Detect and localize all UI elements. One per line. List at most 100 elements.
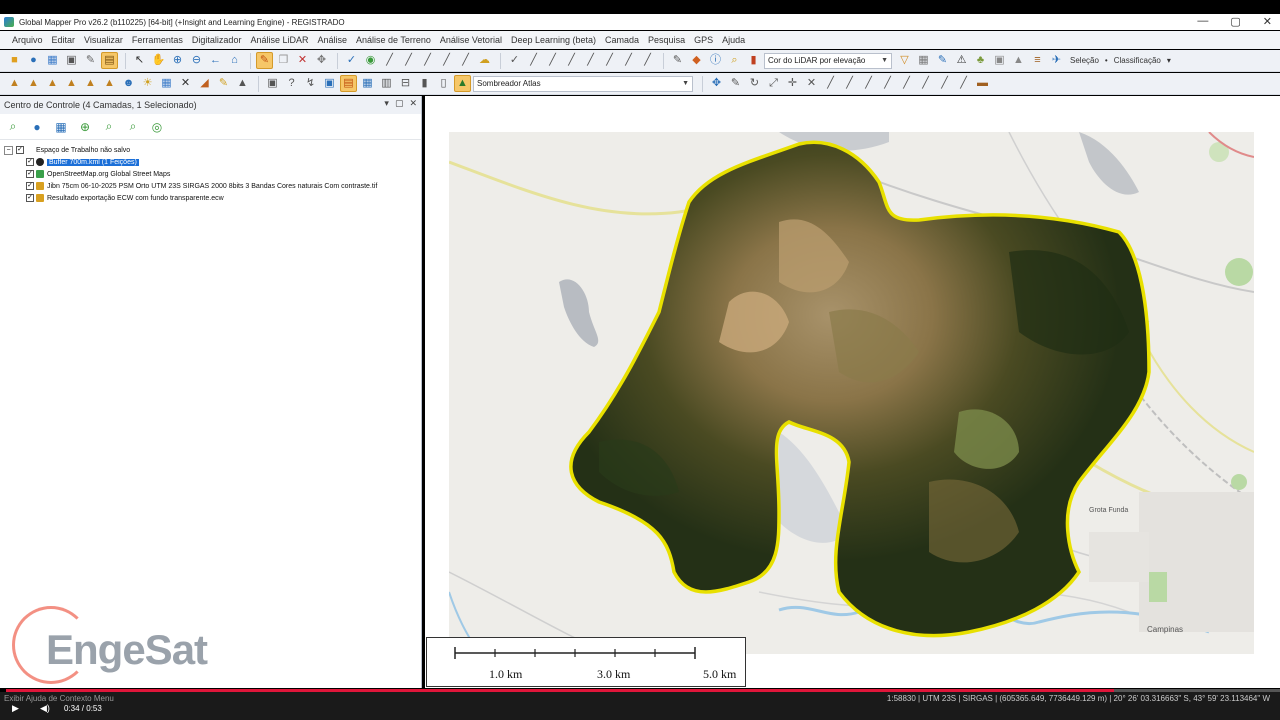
line-edit-6-icon[interactable]: ╱ bbox=[917, 75, 934, 92]
menu-ajuda[interactable]: Ajuda bbox=[718, 35, 749, 45]
layer-checkbox[interactable]: ✓ bbox=[26, 194, 34, 202]
tag-icon[interactable]: ◆ bbox=[688, 52, 705, 69]
zoom-out-icon[interactable]: ⊖ bbox=[188, 52, 205, 69]
panel-close-icon[interactable]: ✕ bbox=[409, 98, 417, 109]
contour-icon[interactable]: ▦ bbox=[359, 75, 376, 92]
minimize-button[interactable]: — bbox=[1197, 15, 1208, 28]
layer-row[interactable]: ✓ Jibn 75cm 06-10-2025 PSM Orto UTM 23S … bbox=[4, 180, 421, 192]
terrain-tool-4-icon[interactable]: ▲ bbox=[63, 75, 80, 92]
lidar-grid-icon[interactable]: ▦ bbox=[915, 52, 932, 69]
image-icon[interactable]: ▦ bbox=[158, 75, 175, 92]
shader-combo[interactable]: Sombreador Atlas ▼ bbox=[473, 75, 693, 92]
zoom-in-icon[interactable]: ⊕ bbox=[169, 52, 186, 69]
play-icon[interactable]: ▶ bbox=[12, 703, 19, 714]
menu-deep-learning[interactable]: Deep Learning (beta) bbox=[507, 35, 600, 45]
menu-editar[interactable]: Editar bbox=[48, 35, 80, 45]
maximize-button[interactable]: ▢ bbox=[1230, 15, 1240, 28]
grid-icon[interactable]: ▦ bbox=[44, 52, 61, 69]
layer-grid-icon[interactable]: ▦ bbox=[52, 118, 70, 136]
path-icon[interactable]: ↯ bbox=[302, 75, 319, 92]
terrain-tool-6-icon[interactable]: ▲ bbox=[101, 75, 118, 92]
workspace-row[interactable]: − ✓ Espaço de Trabalho não salvo bbox=[4, 144, 421, 156]
cloud-icon[interactable]: ☁ bbox=[476, 52, 493, 69]
workspace-checkbox[interactable]: ✓ bbox=[16, 146, 24, 154]
layers-icon[interactable]: ▤ bbox=[101, 52, 118, 69]
line-tool-11-icon[interactable]: ╱ bbox=[620, 52, 637, 69]
menu-digitalizador[interactable]: Digitalizador bbox=[188, 35, 246, 45]
wrench-icon[interactable]: ✎ bbox=[82, 52, 99, 69]
add-layer-icon[interactable]: ⊕ bbox=[76, 118, 94, 136]
back-arrow-icon[interactable]: ← bbox=[207, 52, 224, 69]
collapse-icon[interactable]: − bbox=[4, 145, 13, 155]
home-icon[interactable]: ⌂ bbox=[226, 52, 243, 69]
triangle-up-icon[interactable]: ▲ bbox=[234, 75, 251, 92]
3d-icon[interactable]: ▣ bbox=[321, 75, 338, 92]
digitizer-pencil-icon[interactable]: ✎ bbox=[256, 52, 273, 69]
line-tool-9-icon[interactable]: ╱ bbox=[582, 52, 599, 69]
brush-icon[interactable]: ✎ bbox=[669, 52, 686, 69]
building-icon[interactable]: ▣ bbox=[991, 52, 1008, 69]
menu-analise[interactable]: Análise bbox=[313, 35, 351, 45]
pan-hand-icon[interactable]: ✋ bbox=[150, 52, 167, 69]
search-feature-icon[interactable]: ⌕ bbox=[726, 52, 743, 69]
palette-icon[interactable]: ▥ bbox=[378, 75, 395, 92]
globe-icon[interactable]: ● bbox=[25, 52, 42, 69]
terrain-tool-5-icon[interactable]: ▲ bbox=[82, 75, 99, 92]
line-tool-7-icon[interactable]: ╱ bbox=[544, 52, 561, 69]
scale-icon[interactable]: ⤢ bbox=[765, 75, 782, 92]
measure-ruler-icon[interactable]: ▬ bbox=[974, 75, 991, 92]
chevron-down-icon[interactable]: ▾ bbox=[1167, 56, 1171, 65]
line-tool-5-icon[interactable]: ╱ bbox=[457, 52, 474, 69]
bottle-icon[interactable]: ▮ bbox=[745, 52, 762, 69]
line-edit-7-icon[interactable]: ╱ bbox=[936, 75, 953, 92]
map-view[interactable]: Campinas Grota Funda 1.0 km 3.0 km 5.0 k… bbox=[425, 96, 1280, 688]
line-tool-3-icon[interactable]: ╱ bbox=[419, 52, 436, 69]
line-edit-3-icon[interactable]: ╱ bbox=[860, 75, 877, 92]
sun-icon[interactable]: ☀ bbox=[139, 75, 156, 92]
info-icon[interactable]: ⓘ bbox=[707, 52, 724, 69]
paint-icon[interactable]: ✎ bbox=[215, 75, 232, 92]
open-folder-icon[interactable]: ■ bbox=[6, 52, 23, 69]
line-tool-12-icon[interactable]: ╱ bbox=[639, 52, 656, 69]
layer-checkbox[interactable]: ✓ bbox=[26, 182, 34, 190]
menu-arquivo[interactable]: Arquivo bbox=[8, 35, 47, 45]
refresh-layer-icon[interactable]: ◎ bbox=[148, 118, 166, 136]
ground-icon[interactable]: ▲ bbox=[1010, 52, 1027, 69]
terrain-tool-3-icon[interactable]: ▲ bbox=[44, 75, 61, 92]
move-icon[interactable]: ✥ bbox=[313, 52, 330, 69]
layer-checkbox[interactable]: ✓ bbox=[26, 158, 34, 166]
menu-visualizar[interactable]: Visualizar bbox=[80, 35, 127, 45]
histogram-icon[interactable]: ▯ bbox=[435, 75, 452, 92]
profile-icon[interactable]: ◢ bbox=[196, 75, 213, 92]
split-icon[interactable]: ✕ bbox=[803, 75, 820, 92]
menu-pesquisa[interactable]: Pesquisa bbox=[644, 35, 689, 45]
line-tool-8-icon[interactable]: ╱ bbox=[563, 52, 580, 69]
shader-active-icon[interactable]: ▤ bbox=[340, 75, 357, 92]
menu-gps[interactable]: GPS bbox=[690, 35, 717, 45]
edit-vertex-icon[interactable]: ✎ bbox=[727, 75, 744, 92]
close-button[interactable]: ✕ bbox=[1263, 15, 1272, 28]
sliders-icon[interactable]: ⊟ bbox=[397, 75, 414, 92]
terrain-icon[interactable]: ◉ bbox=[362, 52, 379, 69]
search-layer-icon[interactable]: ⌕ bbox=[100, 118, 118, 136]
line-edit-4-icon[interactable]: ╱ bbox=[879, 75, 896, 92]
line-tool-6-icon[interactable]: ╱ bbox=[525, 52, 542, 69]
person-icon[interactable]: ☻ bbox=[120, 75, 137, 92]
layer-row[interactable]: ✓ Buffer 700m.kml (1 Feições) bbox=[4, 156, 421, 168]
line-edit-5-icon[interactable]: ╱ bbox=[898, 75, 915, 92]
line-tool-2-icon[interactable]: ╱ bbox=[400, 52, 417, 69]
line-tool-1-icon[interactable]: ╱ bbox=[381, 52, 398, 69]
selection-label[interactable]: Seleção bbox=[1070, 56, 1099, 65]
menu-ferramentas[interactable]: Ferramentas bbox=[128, 35, 187, 45]
zoom-to-layer-icon[interactable]: ⌕ bbox=[4, 118, 22, 136]
volume-icon[interactable]: ◀) bbox=[40, 703, 50, 714]
classification-label[interactable]: Classificação bbox=[1114, 56, 1161, 65]
move-vertex-icon[interactable]: ✥ bbox=[708, 75, 725, 92]
window-icon[interactable]: ▣ bbox=[264, 75, 281, 92]
menu-analise-lidar[interactable]: Análise LiDAR bbox=[246, 35, 312, 45]
layer-row[interactable]: ✓ OpenStreetMap.org Global Street Maps bbox=[4, 168, 421, 180]
query-icon[interactable]: ? bbox=[283, 75, 300, 92]
lidar-color-combo[interactable]: Cor do LiDAR por elevação ▼ bbox=[764, 52, 892, 69]
stack-icon[interactable]: ≡ bbox=[1029, 52, 1046, 69]
rotate-icon[interactable]: ↻ bbox=[746, 75, 763, 92]
